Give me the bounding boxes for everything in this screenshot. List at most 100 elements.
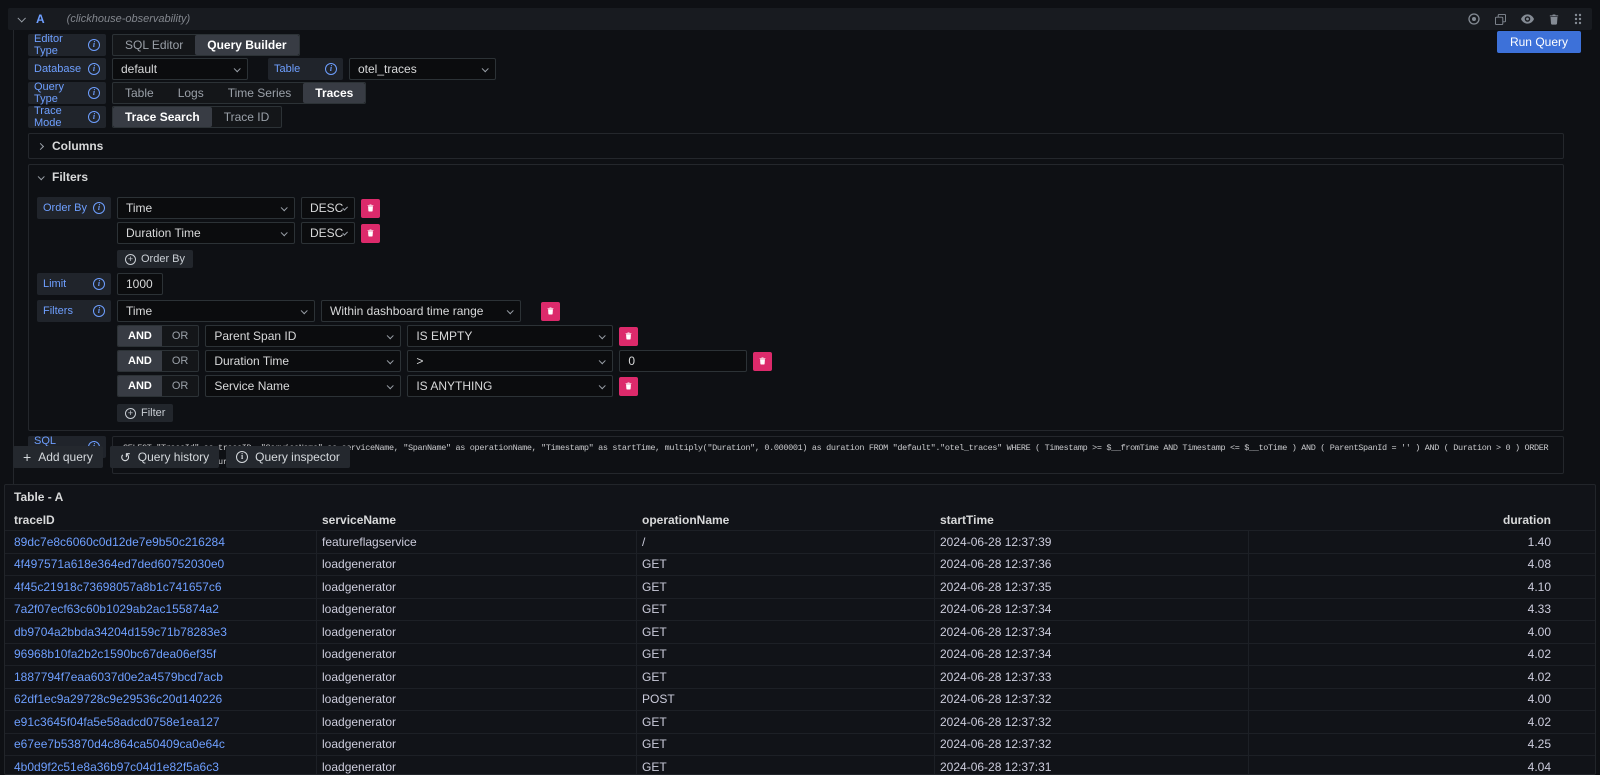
trace-id-link[interactable]: 4f45c21918c73698057a8b1c741657c6 xyxy=(14,580,222,594)
trace-id-link[interactable]: 96968b10fa2b2c1590bc67dea06ef35f xyxy=(14,647,216,661)
disable-icon[interactable] xyxy=(1468,13,1480,25)
order-by-label: Order Byi xyxy=(37,197,111,219)
remove-filter-button[interactable] xyxy=(619,377,638,396)
trace-id-link[interactable]: e67ee7b53870d4c864ca50409ca0e64c xyxy=(14,737,225,751)
add-order-by-button[interactable]: + Order By xyxy=(117,250,193,268)
order-by-field-select[interactable]: Time xyxy=(117,197,295,219)
collapse-query-icon[interactable] xyxy=(17,14,25,22)
option-sql-editor[interactable]: SQL Editor xyxy=(113,35,195,55)
operation-name-cell: GET xyxy=(637,554,935,576)
trace-id-link[interactable]: 7a2f07ecf63c60b1029ab2ac155874a2 xyxy=(14,602,219,616)
option-time-series[interactable]: Time Series xyxy=(216,83,304,103)
limit-input[interactable]: 1000 xyxy=(117,273,163,295)
service-name-cell: loadgenerator xyxy=(317,756,637,775)
info-icon: i xyxy=(88,111,100,123)
service-name-cell: loadgenerator xyxy=(317,599,637,621)
option-traces[interactable]: Traces xyxy=(303,83,365,103)
col-header-duration[interactable]: duration xyxy=(1249,513,1595,527)
database-select[interactable]: default xyxy=(112,58,248,80)
start-time-cell: 2024-06-28 12:37:34 xyxy=(935,599,1249,621)
filter-value-input[interactable]: 0 xyxy=(619,350,747,372)
add-query-button[interactable]: + Add query xyxy=(13,446,103,468)
option-table[interactable]: Table xyxy=(113,83,166,103)
col-header-operationname[interactable]: operationName xyxy=(637,513,935,527)
filter-field-select[interactable]: Time xyxy=(117,300,315,322)
trace-id-link[interactable]: 4f497571a618e364ed7ded60752030e0 xyxy=(14,557,224,571)
trace-mode-toggle: Trace Search Trace ID xyxy=(112,106,282,128)
trace-id-link[interactable]: 4b0d9f2c51e8a36b97c04d1e82f5a6c3 xyxy=(14,760,219,774)
option-and[interactable]: AND xyxy=(118,351,162,371)
filter-operator-select[interactable]: IS ANYTHING xyxy=(407,375,613,397)
trace-id-link[interactable]: e91c3645f04fa5e58adcd0758e1ea127 xyxy=(14,715,220,729)
drag-handle-icon[interactable] xyxy=(1574,13,1582,25)
operation-name-cell: GET xyxy=(637,599,935,621)
table-row: 4b0d9f2c51e8a36b97c04d1e82f5a6c3 loadgen… xyxy=(5,755,1595,775)
trace-id-link[interactable]: 1887794f7eaa6037d0e2a4579bcd7acb xyxy=(14,670,223,684)
option-query-builder[interactable]: Query Builder xyxy=(195,35,298,55)
option-and[interactable]: AND xyxy=(118,326,162,346)
order-by-direction-select[interactable]: DESC xyxy=(301,197,355,219)
col-header-traceid[interactable]: traceID xyxy=(5,513,317,527)
run-query-button[interactable]: Run Query xyxy=(1497,31,1581,53)
option-or[interactable]: OR xyxy=(162,326,199,346)
trace-id-link[interactable]: 89dc7e8c6060c0d12de7e9b50c216284 xyxy=(14,535,225,549)
col-header-starttime[interactable]: startTime xyxy=(935,513,1249,527)
option-trace-search[interactable]: Trace Search xyxy=(113,107,212,127)
table-select[interactable]: otel_traces xyxy=(349,58,496,80)
service-name-cell: loadgenerator xyxy=(317,689,637,711)
start-time-cell: 2024-06-28 12:37:32 xyxy=(935,734,1249,756)
option-trace-id[interactable]: Trace ID xyxy=(212,107,282,127)
add-filter-button[interactable]: + Filter xyxy=(117,404,173,422)
remove-filter-button[interactable] xyxy=(619,327,638,346)
remove-filter-button[interactable] xyxy=(753,352,772,371)
filter-operator-select[interactable]: IS EMPTY xyxy=(407,325,613,347)
start-time-cell: 2024-06-28 12:37:32 xyxy=(935,689,1249,711)
plus-circle-icon: + xyxy=(125,408,136,419)
info-icon: i xyxy=(325,63,337,75)
filter-field-select[interactable]: Service Name xyxy=(205,375,401,397)
order-by-field-select[interactable]: Duration Time xyxy=(117,222,295,244)
query-editor-panel: A (clickhouse-observability) Run Query E… xyxy=(8,8,1592,484)
filter-operator-select[interactable]: > xyxy=(407,350,613,372)
trash-icon[interactable] xyxy=(1549,14,1559,25)
option-and[interactable]: AND xyxy=(118,376,162,396)
columns-section-header[interactable]: Columns xyxy=(29,134,1563,158)
remove-filter-button[interactable] xyxy=(541,302,560,321)
conjunction-toggle: AND OR xyxy=(117,325,199,347)
service-name-cell: loadgenerator xyxy=(317,666,637,688)
panel-title[interactable]: Table - A xyxy=(5,485,1595,509)
operation-name-cell: POST xyxy=(637,689,935,711)
trace-id-link[interactable]: db9704a2bbda34204d159c71b78283e3 xyxy=(14,625,227,639)
columns-section: Columns xyxy=(28,133,1564,159)
option-or[interactable]: OR xyxy=(162,376,199,396)
query-inspector-button[interactable]: i Query inspector xyxy=(226,446,350,468)
query-row-header[interactable]: A (clickhouse-observability) xyxy=(8,8,1592,30)
filter-field-select[interactable]: Duration Time xyxy=(205,350,401,372)
query-ref-id: A xyxy=(36,12,45,26)
remove-order-by-button[interactable] xyxy=(361,224,380,243)
option-or[interactable]: OR xyxy=(162,351,199,371)
service-name-cell: loadgenerator xyxy=(317,621,637,643)
filter-field-select[interactable]: Parent Span ID xyxy=(205,325,401,347)
info-icon: i xyxy=(88,39,100,51)
chevron-down-icon xyxy=(38,173,45,180)
col-header-servicename[interactable]: serviceName xyxy=(317,513,637,527)
eye-icon[interactable] xyxy=(1521,14,1534,24)
remove-order-by-button[interactable] xyxy=(361,199,380,218)
table-row: 96968b10fa2b2c1590bc67dea06ef35f loadgen… xyxy=(5,643,1595,666)
filter-row: AND OR Duration Time > 0 xyxy=(117,350,1555,372)
order-by-direction-select[interactable]: DESC xyxy=(301,222,355,244)
chevron-right-icon xyxy=(37,142,44,149)
operation-name-cell: GET xyxy=(637,576,935,598)
filters-section-header[interactable]: Filters xyxy=(29,165,1563,189)
plus-icon: + xyxy=(23,451,31,463)
database-label: Databasei xyxy=(28,58,106,80)
duplicate-icon[interactable] xyxy=(1495,14,1506,25)
query-history-button[interactable]: ↺ Query history xyxy=(110,446,219,468)
table-row: 7a2f07ecf63c60b1029ab2ac155874a2 loadgen… xyxy=(5,598,1595,621)
option-logs[interactable]: Logs xyxy=(166,83,216,103)
info-icon: i xyxy=(93,305,105,317)
filter-row: AND OR Service Name IS ANYTHING xyxy=(117,375,1555,397)
filter-operator-select[interactable]: Within dashboard time range xyxy=(321,300,521,322)
trace-id-link[interactable]: 62df1ec9a29728c9e29536c20d140226 xyxy=(14,692,222,706)
